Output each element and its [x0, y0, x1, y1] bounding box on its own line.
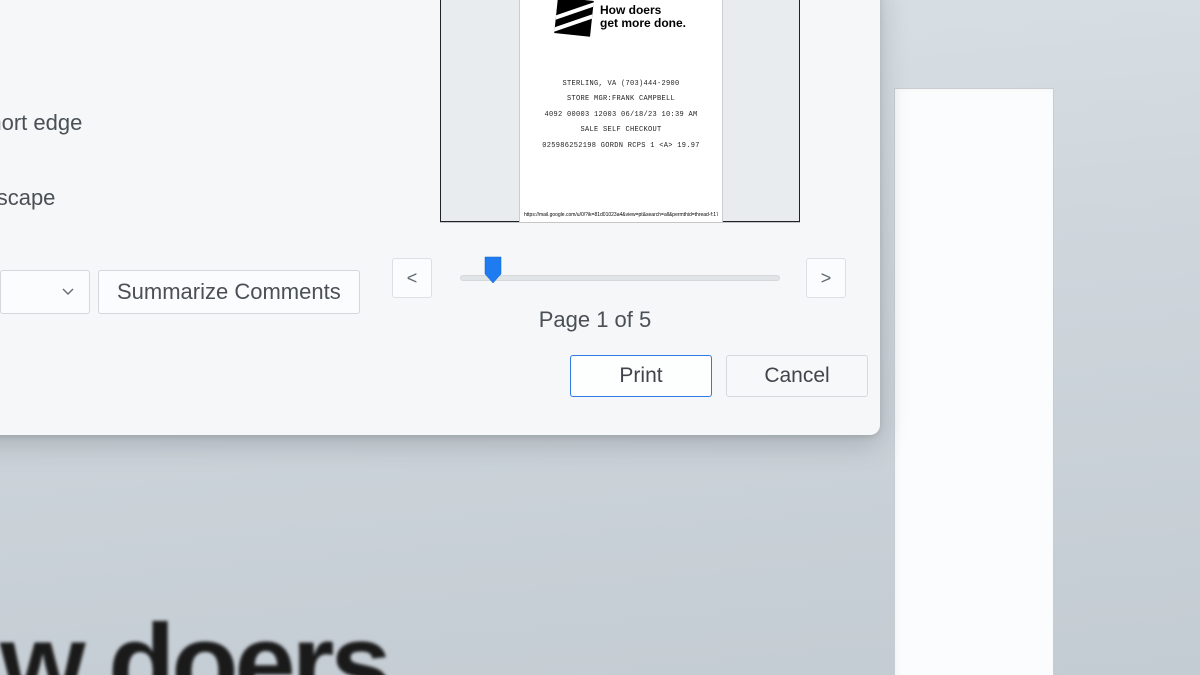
preview-page-slider-track[interactable] [460, 275, 780, 281]
chevron-down-icon [61, 285, 75, 299]
print-button-label: Print [619, 364, 662, 388]
setting-duplex-fragment: n short edge [0, 110, 82, 136]
summarize-comments-label: Summarize Comments [117, 279, 341, 305]
page-indicator: Page 1 of 5 [0, 307, 880, 333]
cancel-button-label: Cancel [764, 364, 829, 388]
receipt-line: STERLING, VA (703)444-2900 [520, 77, 722, 92]
receipt-line: STORE MGR:FRANK CAMPBELL [520, 92, 722, 107]
dialog-action-row: Print Cancel [570, 355, 868, 397]
cancel-button[interactable]: Cancel [726, 355, 868, 397]
preview-footer-url: https://mail.google.com/u/0/?ik=81d01023… [524, 212, 718, 218]
chevron-right-icon: > [821, 268, 832, 289]
preview-page: How doers get more done. STERLING, VA (7… [519, 0, 723, 222]
background-headline-fragment: w doers [0, 600, 388, 675]
preview-prev-page-button[interactable]: < [392, 258, 432, 298]
preview-receipt-body: STERLING, VA (703)444-2900 STORE MGR:FRA… [520, 77, 722, 154]
print-dialog: ize n short edge andscape Summarize Comm… [0, 0, 880, 435]
chevron-left-icon: < [407, 268, 418, 289]
print-preview-thumbnail: How doers get more done. STERLING, VA (7… [440, 0, 800, 222]
preview-slogan: How doers get more done. [600, 4, 686, 30]
preview-next-page-button[interactable]: > [806, 258, 846, 298]
receipt-line: 025986252198 GORDN RCPS 1 <A> 19.97 [520, 139, 722, 154]
preview-page-slider-thumb[interactable] [484, 256, 502, 284]
background-document-page [894, 88, 1054, 675]
home-depot-logo-icon [554, 0, 594, 37]
print-button[interactable]: Print [570, 355, 712, 397]
receipt-line: SALE SELF CHECKOUT [520, 123, 722, 138]
receipt-line: 4092 00003 12003 06/18/23 10:39 AM [520, 108, 722, 123]
setting-orientation-fragment: andscape [0, 185, 55, 211]
slogan-line2: get more done. [600, 17, 686, 30]
